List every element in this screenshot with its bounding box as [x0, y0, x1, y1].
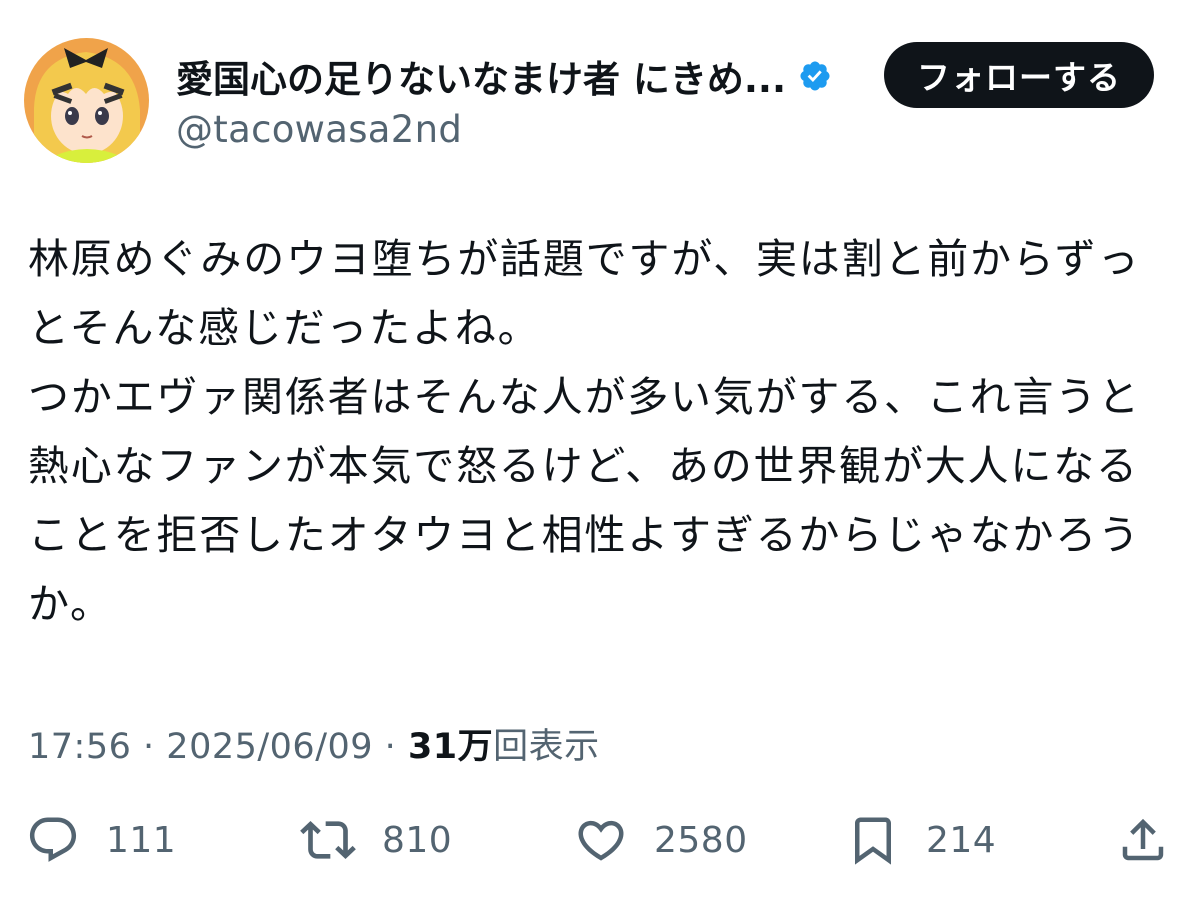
avatar[interactable]: [24, 38, 149, 163]
reply-button[interactable]: 111: [26, 800, 176, 880]
action-bar: 111 810 2580 214: [0, 800, 1199, 880]
user-handle[interactable]: @tacowasa2nd: [176, 108, 832, 151]
share-icon: [1116, 813, 1170, 867]
bookmark-icon: [846, 813, 900, 867]
views-count: 31万: [407, 727, 494, 767]
views-label: 回表示: [493, 727, 600, 767]
share-button[interactable]: [1116, 800, 1170, 880]
retweet-count: 810: [382, 819, 453, 861]
tweet-date[interactable]: 2025/06/09: [166, 727, 373, 767]
user-info: 愛国心の足りないなまけ者 にきめ... @tacowasa2nd: [176, 48, 832, 151]
tweet-header: 愛国心の足りないなまけ者 にきめ... @tacowasa2nd フォローする: [24, 38, 1154, 168]
retweet-button[interactable]: 810: [300, 800, 452, 880]
verified-badge-icon: [798, 59, 832, 93]
reply-icon: [26, 813, 80, 867]
display-name-row: 愛国心の足りないなまけ者 にきめ...: [176, 48, 832, 104]
follow-button[interactable]: フォローする: [884, 42, 1154, 108]
tweet-meta: 17:56 · 2025/06/09 · 31万回表示: [28, 718, 600, 769]
meta-separator: ·: [384, 727, 397, 767]
heart-icon: [574, 813, 628, 867]
tweet-time[interactable]: 17:56: [28, 727, 131, 767]
tweet-text: 林原めぐみのウヨ堕ちが話題ですが、実は割と前からずっとそんな感じだったよね。 つ…: [28, 235, 1141, 628]
bookmark-count: 214: [926, 819, 997, 861]
meta-separator: ·: [143, 727, 155, 767]
display-name[interactable]: 愛国心の足りないなまけ者 にきめ...: [176, 49, 786, 103]
retweet-icon: [300, 812, 356, 868]
like-button[interactable]: 2580: [574, 800, 748, 880]
reply-count: 111: [106, 819, 177, 861]
bookmark-button[interactable]: 214: [846, 800, 996, 880]
like-count: 2580: [654, 819, 748, 861]
